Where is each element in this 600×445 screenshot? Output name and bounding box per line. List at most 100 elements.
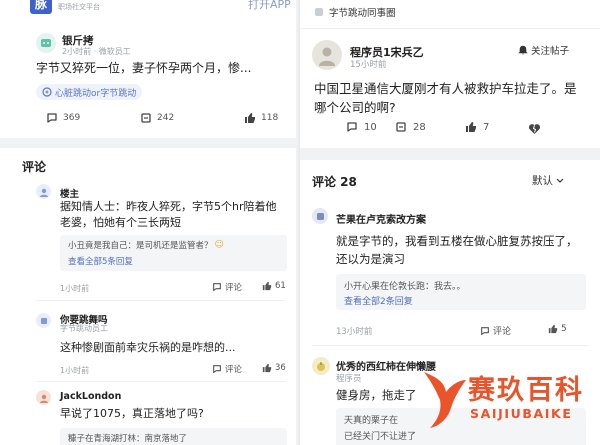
topic-icon [42, 87, 52, 97]
left-screenshot-panel: 脉 职场社交平台 打开APP 银斤拷 2小时前 · 微软员工 字节又猝死一位，妻… [0, 0, 300, 445]
thumbs-up-icon [245, 113, 255, 123]
comment-reply-label: 评论 [493, 327, 512, 337]
reply-preview-text: 已经关门不让进了 [344, 432, 417, 442]
comment-count-text: 10 [364, 121, 377, 133]
comment-reply-button[interactable]: 评论 [480, 324, 511, 337]
maimai-logo: 脉 [30, 0, 52, 14]
comment-author-role: 程序员 [336, 374, 362, 384]
follow-post-label: 关注帖子 [531, 46, 570, 57]
tomato-avatar-icon [317, 362, 325, 371]
view-all-replies-link[interactable]: 查看全部2条回复 [344, 294, 413, 307]
user-avatar-icon [39, 394, 48, 403]
user-avatar-icon [40, 317, 47, 324]
reply-preview-text: 糠子在青海湖打林：南京落地了 [68, 434, 188, 444]
comment-icon [213, 283, 221, 292]
bell-icon [518, 45, 528, 55]
comment-time: 1小时前 [60, 366, 90, 375]
reply-preview[interactable]: 小丑竟是我自己：是司机还是监管者？ ☺ 查看全部5条回复 [60, 235, 287, 271]
reply-preview[interactable]: 小开心果在伦敦长跑：我去。。 查看全部2条回复 [336, 274, 586, 310]
watermark-title: 赛玖百科 [468, 375, 584, 406]
thumbs-up-icon [262, 281, 272, 291]
reply-preview-text: 小开心果在伦敦长跑：我去。。 [344, 282, 466, 292]
comment-separator [312, 345, 588, 346]
comment-reply-button[interactable]: 评论 [212, 363, 242, 375]
follow-post-button[interactable]: 关注帖子 [518, 43, 569, 57]
comment-like-button[interactable]: 5 [548, 324, 567, 334]
comment-like-count: 36 [275, 363, 286, 373]
sort-label: 默认 [532, 175, 553, 187]
fish-tail-logo-icon [424, 372, 466, 428]
comment-separator [36, 381, 286, 382]
chevron-down-icon [556, 178, 564, 183]
topic-tag-label: 心脏跳动or字节跳动 [55, 88, 137, 99]
user-avatar-icon [39, 188, 48, 197]
header-separator [300, 28, 600, 29]
comment-time: 1小时前 [60, 284, 90, 293]
post-author-avatar[interactable] [312, 40, 342, 70]
comment-avatar[interactable] [312, 208, 328, 224]
post-like-count[interactable]: 118 [244, 112, 278, 124]
emoji-icon: ☺ [214, 240, 224, 250]
comment-author-name[interactable]: JackLondon [60, 391, 121, 402]
post-time: 2小时前 · 微软员工 [62, 47, 131, 56]
share-icon [141, 113, 151, 123]
comment-author-name[interactable]: 芒果在卢克索改方案 [336, 211, 426, 226]
thumbs-up-icon [548, 324, 558, 334]
comment-like-button[interactable]: 61 [262, 281, 286, 291]
post-like-count[interactable]: 7 [465, 121, 489, 133]
post-comment-count[interactable]: 10 [346, 121, 377, 133]
group-tag-label: 字节跳动同事圈 [329, 8, 396, 19]
robot-avatar-icon [41, 39, 51, 47]
post-topic-tag[interactable]: 心脏跳动or字节跳动 [36, 84, 143, 100]
post-content: 中国卫星通信大厦刚才有人被救护车拉走了。是哪个公司的啊? [314, 81, 577, 115]
like-count-text: 118 [261, 113, 279, 123]
thumbs-up-icon [466, 122, 476, 132]
app-header: 脉 职场社交平台 打开APP [0, 0, 300, 16]
comments-title: 评论 [22, 160, 47, 174]
comment-avatar[interactable] [36, 184, 51, 199]
user-avatar-icon [319, 47, 335, 66]
watermark-subtitle: SAIJIUBAIKE [470, 406, 573, 421]
comment-time: 13小时前 [336, 327, 373, 337]
comment-content: 据知情人士：昨夜人猝死，字节5个hr陪着他老婆，怕她有个三长两短 [60, 200, 277, 229]
sort-dropdown[interactable]: 默认 [532, 173, 564, 188]
logo-text: 脉 [34, 0, 47, 11]
comment-avatar[interactable] [312, 357, 330, 375]
broken-heart-button[interactable] [528, 120, 541, 139]
share-icon [396, 122, 406, 132]
watermark: 赛玖百科 SAIJIUBAIKE [418, 366, 588, 436]
comment-like-button[interactable]: 36 [262, 363, 286, 373]
comment-icon [213, 365, 221, 374]
post-comment-count[interactable]: 369 [46, 112, 80, 124]
group-icon [315, 8, 323, 16]
post-time: 15小时前 [350, 60, 387, 70]
reply-preview-text: 小丑竟是我自己：是司机还是监管者？ [68, 241, 213, 251]
post-share-count[interactable]: 28 [395, 121, 426, 133]
share-count-text: 242 [157, 113, 175, 123]
comment-author-name[interactable]: 楼主 [60, 186, 79, 200]
comments-title: 评论 28 [312, 175, 357, 189]
comment-avatar[interactable] [36, 390, 51, 405]
post-content: 字节又猝死一位，妻子怀孕两个月，惨... [36, 61, 252, 75]
comment-content: 这种惨剧面前幸灾乐祸的是咋想的... [60, 341, 236, 354]
group-tag[interactable]: 字节跳动同事圈 [314, 5, 396, 19]
reply-preview[interactable]: 糠子在青海湖打林：南京落地了 [60, 428, 287, 445]
comment-content: 早说了1075，真正落地了吗? [60, 407, 204, 420]
share-count-text: 28 [413, 121, 426, 133]
post-share-count[interactable]: 242 [140, 112, 174, 124]
comment-like-count: 5 [561, 324, 567, 334]
comment-count-text: 369 [63, 113, 81, 123]
app-subtitle: 职场社交平台 [58, 3, 100, 11]
comment-author-role: 字节跳动员工 [60, 324, 108, 333]
post-author-avatar[interactable] [36, 33, 56, 53]
section-divider [300, 148, 600, 160]
comment-avatar[interactable] [36, 313, 51, 328]
user-avatar-icon [316, 212, 324, 220]
comment-reply-button[interactable]: 评论 [212, 281, 242, 293]
broken-heart-icon [528, 124, 541, 134]
comment-icon [347, 122, 357, 132]
open-app-button[interactable]: 打开APP [248, 0, 291, 12]
like-count-text: 7 [483, 121, 490, 133]
view-all-replies-link[interactable]: 查看全部5条回复 [68, 255, 133, 267]
comment-reply-label: 评论 [225, 283, 243, 293]
